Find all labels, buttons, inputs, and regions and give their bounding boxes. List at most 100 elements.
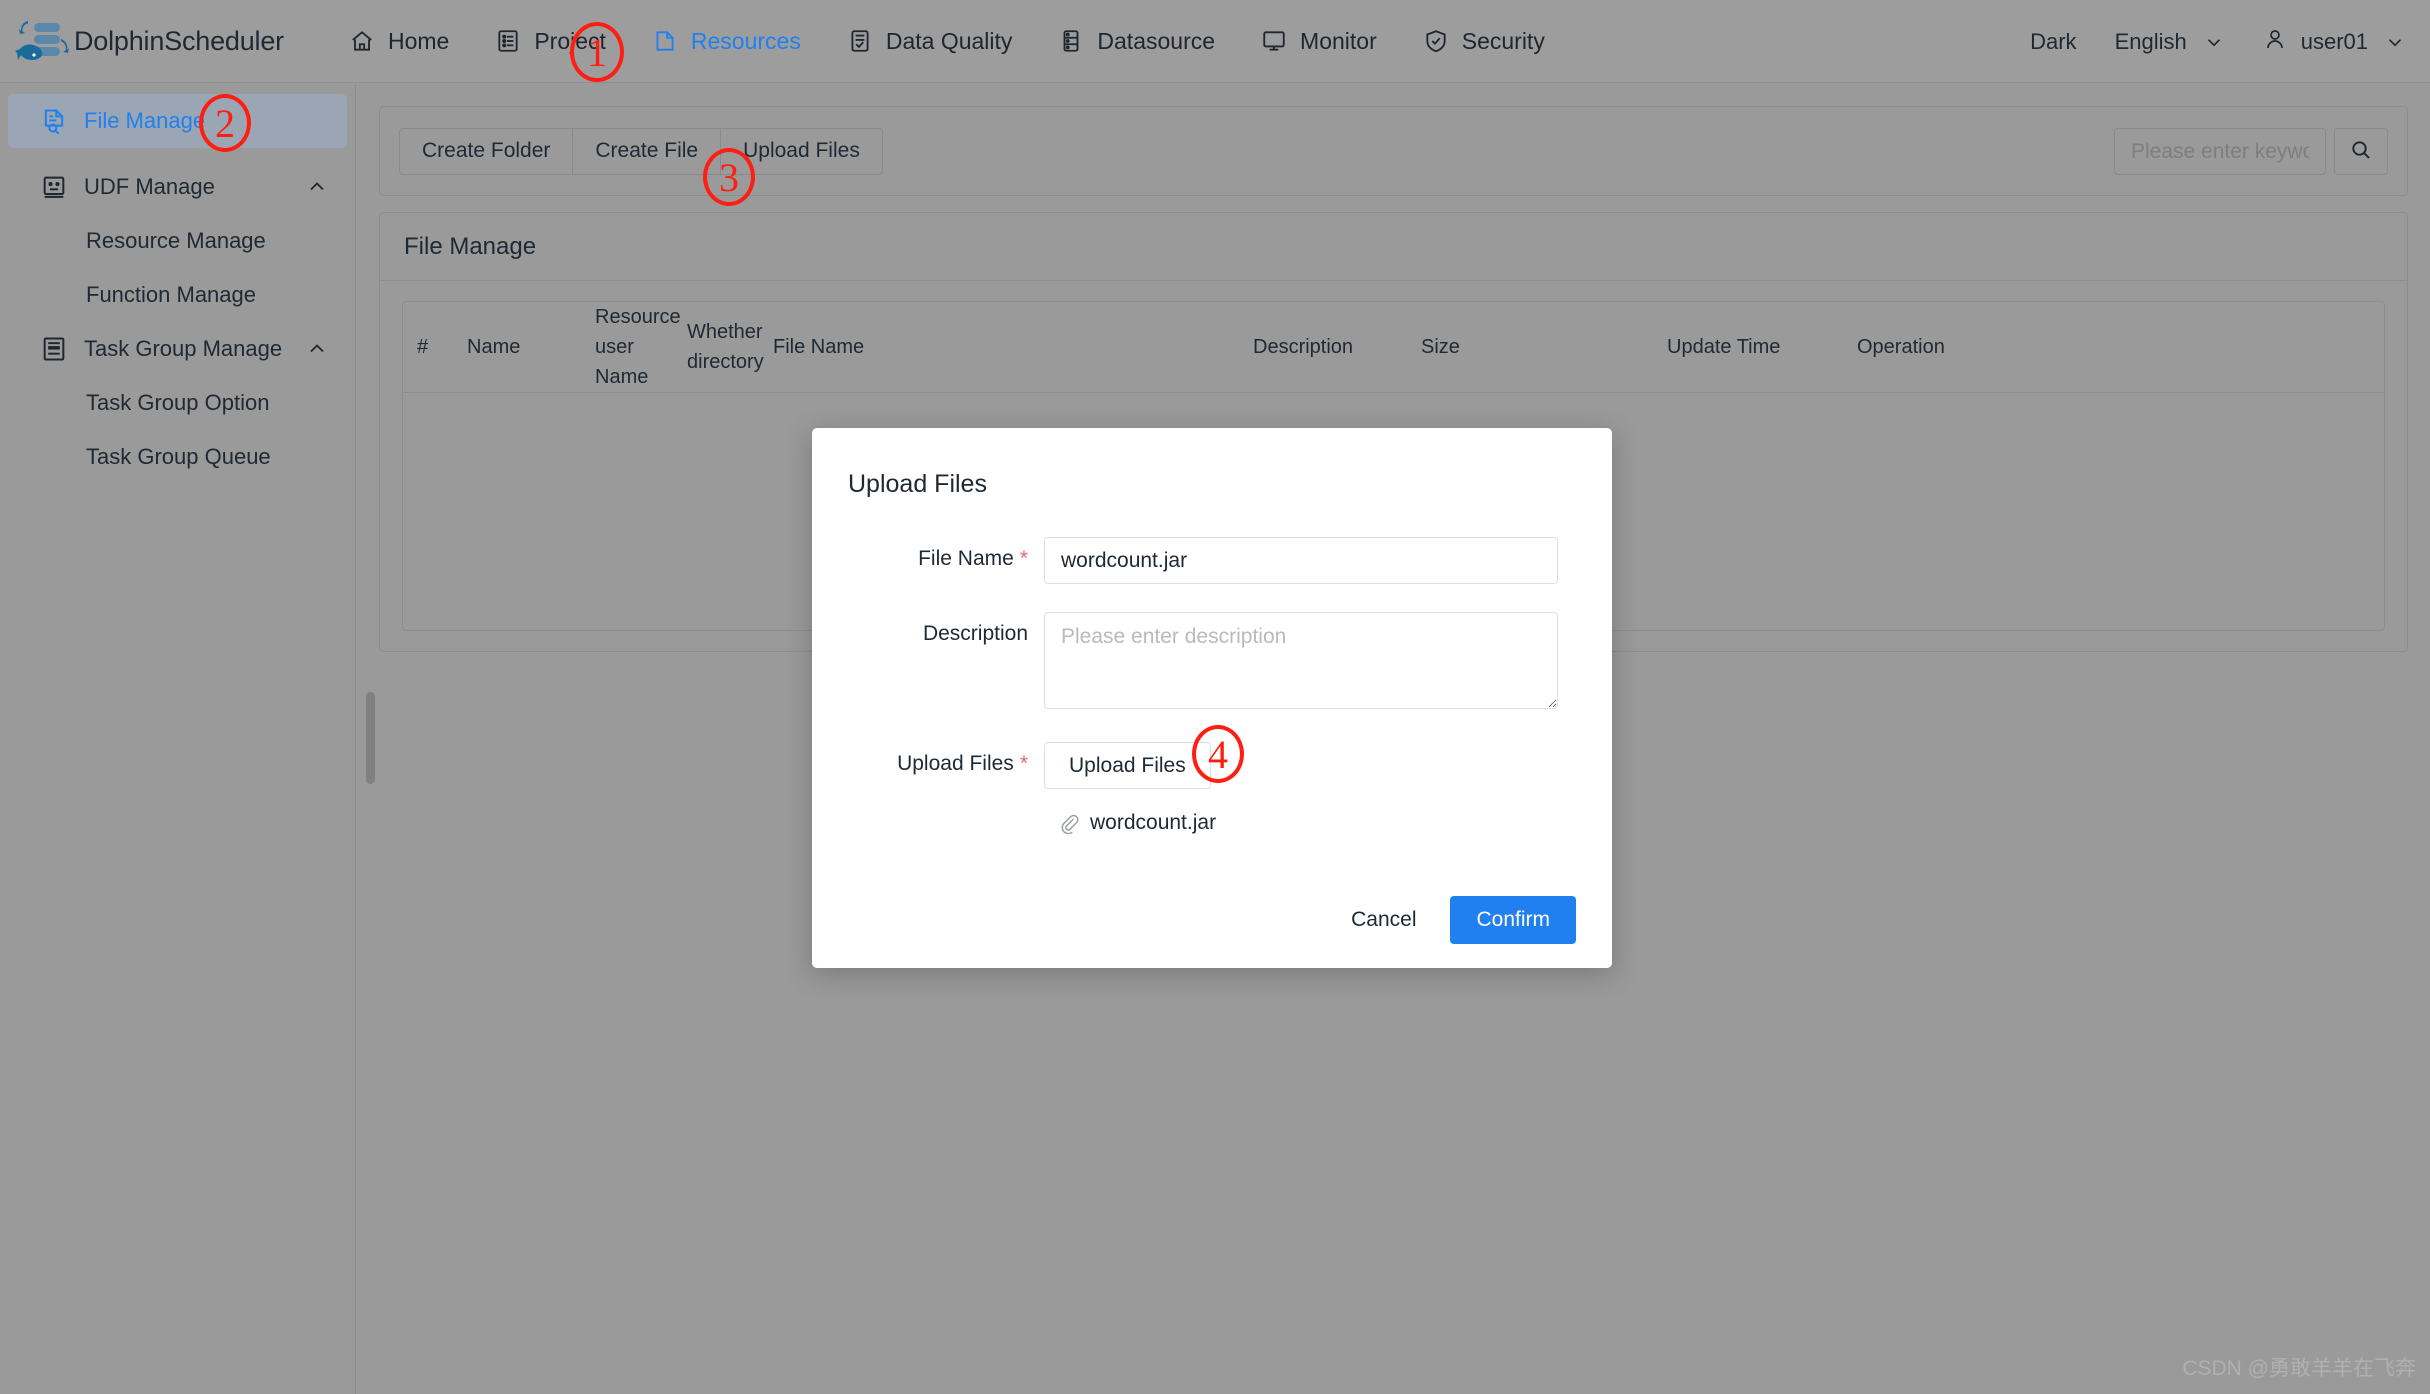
sidebar-label-task-group-manage: Task Group Manage (84, 336, 283, 361)
table-header-index: # (417, 336, 429, 358)
nav-item-data-quality[interactable]: Data Quality (824, 0, 1036, 83)
table-header-file-name: File Name (773, 336, 865, 358)
security-icon (1423, 28, 1449, 54)
upload-field-wrap: Upload Files wordcount.jar (1044, 742, 1580, 835)
sidebar-item-function-manage[interactable]: Function Manage (8, 268, 347, 322)
sidebar-label-task-group-option: Task Group Option (86, 390, 270, 415)
chevron-down-icon (2203, 31, 2225, 53)
search-area (2114, 128, 2388, 175)
upload-files-label: Upload Files (897, 752, 1014, 775)
table-header-resource-user-name: Resource user Name (595, 306, 681, 388)
app-title: DolphinScheduler (74, 25, 284, 56)
nav-label-datasource: Datasource (1097, 27, 1216, 54)
panel-title: File Manage (404, 232, 537, 260)
file-name-label-wrap: File Name * (844, 537, 1044, 584)
project-icon (495, 28, 521, 54)
dialog-title: Upload Files (848, 470, 987, 498)
nav-label-home: Home (387, 27, 450, 54)
sidebar-label-file-manage: File Manage (84, 108, 206, 133)
sidebar-item-task-group-option[interactable]: Task Group Option (8, 376, 347, 430)
nav-item-home[interactable]: Home (326, 0, 472, 83)
dialog-footer: Cancel Confirm (844, 896, 1580, 944)
user-avatar-icon (2263, 27, 2287, 57)
datasource-icon (1058, 28, 1084, 54)
nav-item-datasource[interactable]: Datasource (1035, 0, 1238, 83)
table-header-operation: Operation (1857, 336, 1945, 358)
chevron-up-icon (305, 337, 329, 361)
top-navigation: Home Project Resources Data Quality Data… (326, 0, 1568, 83)
action-toolbar: Create Folder Create File Upload Files (379, 106, 2408, 196)
nav-item-resources[interactable]: Resources (629, 0, 824, 83)
panel-header: File Manage (380, 213, 2407, 281)
form-row-file-name: File Name * (844, 537, 1580, 584)
upload-form: File Name* Description Upload Files* Upl… (844, 537, 1580, 863)
sidebar-label-function-manage: Function Manage (86, 282, 256, 307)
app-root: DolphinScheduler Home Project Resources … (0, 0, 2430, 1394)
table-header-row: # Name Resource user Name Whether direct… (403, 302, 2384, 393)
task-group-manage-icon (40, 335, 68, 363)
nav-label-project: Project (534, 27, 606, 54)
description-field-wrap (1044, 612, 1580, 714)
table-header-update-time: Update Time (1667, 336, 1781, 358)
nav-item-project[interactable]: Project (472, 0, 629, 83)
sidebar-label-resource-manage: Resource Manage (86, 228, 266, 253)
paperclip-icon (1058, 812, 1080, 834)
language-label: English (2114, 28, 2187, 54)
chevron-up-icon (305, 175, 329, 199)
sidebar-item-task-group-manage[interactable]: Task Group Manage (8, 322, 347, 376)
sidebar-item-resource-manage[interactable]: Resource Manage (8, 214, 347, 268)
file-action-button-group: Create Folder Create File Upload Files (399, 127, 883, 175)
confirm-button[interactable]: Confirm (1450, 896, 1576, 944)
upload-label-wrap: Upload Files * (844, 742, 1044, 835)
watermark: CSDN @勇敢羊羊在飞奔 (2182, 1357, 2416, 1380)
description-label: Description (922, 622, 1028, 645)
top-header: DolphinScheduler Home Project Resources … (0, 0, 2430, 83)
nav-item-security[interactable]: Security (1400, 0, 1568, 83)
language-selector[interactable]: English (2115, 29, 2225, 55)
file-name-input[interactable] (1044, 537, 1558, 584)
search-button[interactable] (2334, 128, 2388, 175)
create-folder-button[interactable]: Create Folder (399, 127, 573, 175)
top-header-actions: Dark English user01 (1992, 0, 2406, 83)
search-icon (2349, 138, 2373, 165)
attached-file-item[interactable]: wordcount.jar (1058, 811, 1580, 835)
upload-files-button[interactable]: Upload Files (720, 127, 883, 175)
nav-item-monitor[interactable]: Monitor (1238, 0, 1400, 83)
app-logo[interactable]: DolphinScheduler (14, 15, 284, 67)
sidebar: File Manage UDF Manage Resource Manage F… (0, 84, 356, 1394)
form-row-description: Description (844, 612, 1580, 714)
description-textarea[interactable] (1044, 612, 1558, 709)
resources-icon (652, 28, 678, 54)
upload-required-marker: * (1019, 752, 1028, 775)
cancel-button[interactable]: Cancel (1333, 898, 1434, 942)
modal-upload-files-button[interactable]: Upload Files (1044, 742, 1211, 789)
nav-label-security: Security (1461, 27, 1545, 54)
sidebar-item-file-manage[interactable]: File Manage (8, 94, 347, 148)
user-label: user01 (2300, 28, 2368, 54)
attached-file-name: wordcount.jar (1090, 811, 1217, 834)
table-header-description: Description (1253, 336, 1354, 358)
theme-toggle[interactable]: Dark (2030, 29, 2076, 55)
udf-manage-icon (40, 173, 68, 201)
search-input[interactable] (2114, 128, 2326, 175)
dolphin-logo-icon (14, 15, 72, 67)
nav-label-data-quality: Data Quality (885, 27, 1013, 54)
form-row-upload: Upload Files * Upload Files wordcount.jar (844, 742, 1580, 835)
sidebar-label-task-group-queue: Task Group Queue (86, 444, 271, 469)
vertical-scrollbar-thumb[interactable] (366, 692, 375, 784)
chevron-down-icon (2384, 31, 2406, 53)
table-header-whether-directory: Whether directory (687, 321, 764, 373)
sidebar-item-task-group-queue[interactable]: Task Group Queue (8, 430, 347, 484)
file-name-required-marker: * (1019, 547, 1028, 570)
nav-label-resources: Resources (690, 27, 801, 54)
upload-files-dialog: Upload Files File Name* Description Uplo… (812, 428, 1612, 968)
file-name-field-wrap (1044, 537, 1580, 584)
table-header-size: Size (1421, 336, 1460, 358)
table-header-name: Name (467, 336, 521, 358)
create-file-button[interactable]: Create File (572, 127, 721, 175)
file-name-label: File Name (918, 547, 1014, 570)
sidebar-item-udf-manage[interactable]: UDF Manage (8, 160, 347, 214)
user-menu[interactable]: user01 (2263, 27, 2406, 57)
theme-label: Dark (2030, 28, 2077, 54)
